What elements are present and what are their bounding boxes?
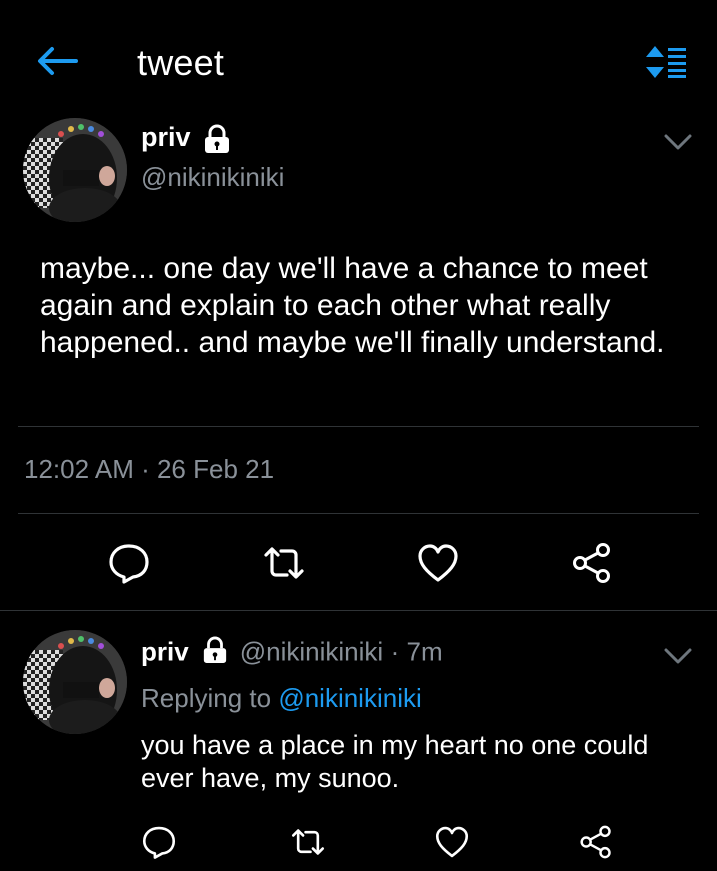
divider <box>18 426 699 427</box>
reply-icon[interactable] <box>107 541 151 585</box>
lock-icon <box>202 636 228 671</box>
divider <box>18 513 699 514</box>
share-icon[interactable] <box>578 824 614 860</box>
tweet-text: maybe... one day we'll have a chance to … <box>40 252 665 359</box>
timestamp[interactable]: 12:02 AM · 26 Feb 21 <box>24 454 274 485</box>
reply-time: · 7m <box>390 636 443 667</box>
author-handle[interactable]: @nikinikiniki <box>141 162 284 193</box>
avatar[interactable] <box>23 630 127 734</box>
replying-to: Replying to @nikinikiniki <box>141 683 422 714</box>
like-icon[interactable] <box>416 541 460 585</box>
reply-author-row: priv @nikinikiniki · 7m <box>141 636 443 671</box>
sort-icon[interactable] <box>644 44 688 80</box>
chevron-down-icon[interactable] <box>664 647 692 665</box>
lock-icon <box>203 124 231 159</box>
replying-to-link[interactable]: @nikinikiniki <box>278 683 421 713</box>
reply-icon[interactable] <box>141 824 177 860</box>
author-row: priv <box>141 122 231 159</box>
replying-label: Replying to <box>141 683 272 713</box>
reply-text: you have a place in my heart no one coul… <box>141 730 649 793</box>
share-icon[interactable] <box>570 541 614 585</box>
author-name[interactable]: priv <box>141 122 191 152</box>
author-handle[interactable]: @nikinikiniki <box>240 637 383 667</box>
chevron-down-icon[interactable] <box>664 133 692 151</box>
page-title: tweet <box>137 42 225 83</box>
arrow-left-icon[interactable] <box>36 46 78 76</box>
divider <box>0 610 717 611</box>
retweet-icon[interactable] <box>262 541 306 585</box>
like-icon[interactable] <box>434 824 470 860</box>
author-name[interactable]: priv <box>141 637 189 667</box>
retweet-icon[interactable] <box>290 824 326 860</box>
avatar[interactable] <box>23 118 127 222</box>
